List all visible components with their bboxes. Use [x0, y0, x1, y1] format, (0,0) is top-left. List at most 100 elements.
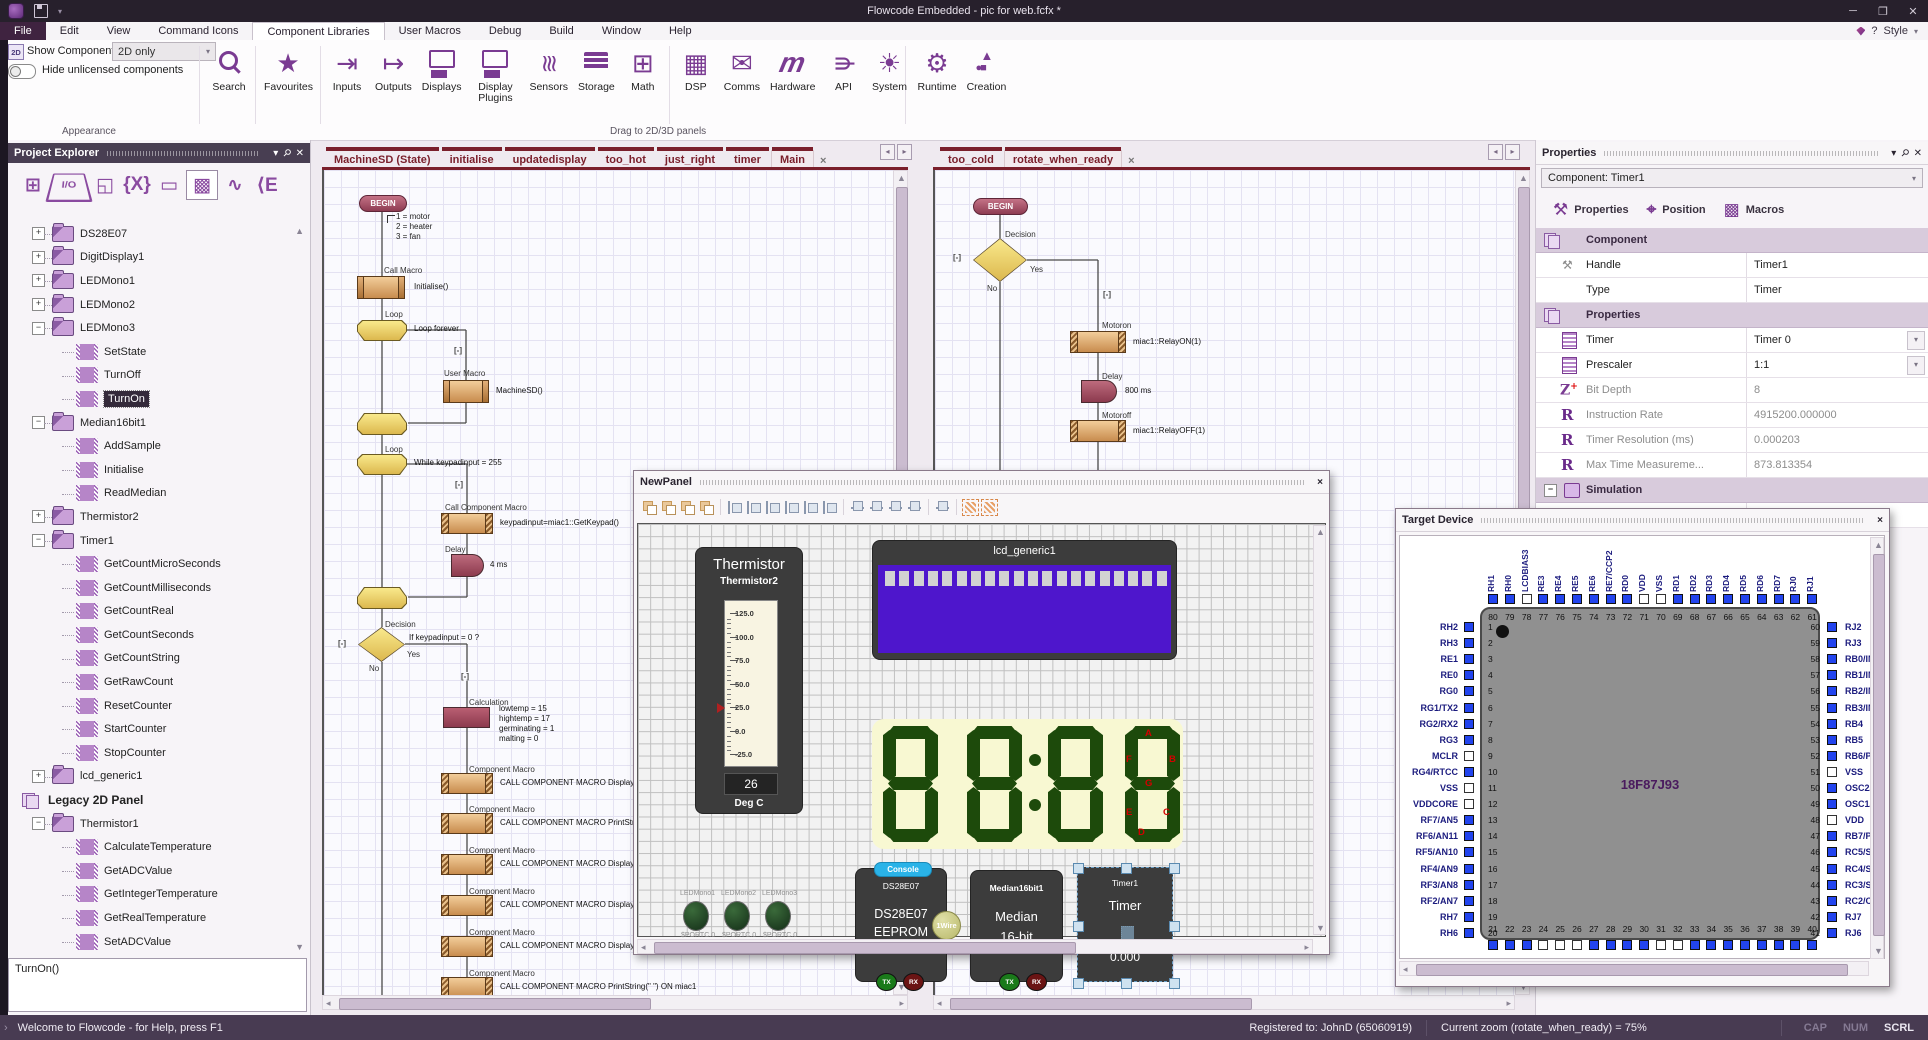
tree-item-lcd_generic1[interactable]: +lcd_generic1: [8, 765, 308, 789]
flow-collapse-icon[interactable]: [-]: [953, 253, 961, 262]
flow-collapse-icon[interactable]: [-]: [455, 480, 463, 489]
tree-item-getintegertemperature[interactable]: GetIntegerTemperature: [8, 883, 308, 907]
align-center-icon[interactable]: [745, 499, 762, 516]
menu-item-debug[interactable]: Debug: [475, 22, 535, 40]
led-component-2[interactable]: [724, 901, 750, 931]
close-panel-icon[interactable]: ✕: [1914, 148, 1922, 159]
pin-14[interactable]: [1464, 831, 1474, 841]
resize-width-icon[interactable]: [962, 499, 979, 516]
pin-49[interactable]: [1827, 799, 1837, 809]
pin-20[interactable]: [1464, 928, 1474, 938]
pin-25[interactable]: [1555, 940, 1565, 950]
selection-handle[interactable]: [1073, 921, 1084, 932]
close-window-icon[interactable]: ×: [1877, 515, 1883, 526]
tree-item-addsample[interactable]: AddSample: [8, 434, 308, 458]
target-device-vscrollbar[interactable]: ▲ ▼: [1870, 537, 1884, 959]
tx-port[interactable]: TX: [876, 973, 897, 991]
pin-38[interactable]: [1774, 940, 1784, 950]
pin-1[interactable]: [1464, 622, 1474, 632]
pin-79[interactable]: [1505, 594, 1515, 604]
pin-50[interactable]: [1827, 783, 1837, 793]
lcd-display-component[interactable]: lcd_generic1: [872, 540, 1177, 660]
pin-icon[interactable]: ⚲: [1898, 147, 1911, 160]
pin-64[interactable]: [1757, 594, 1767, 604]
properties-section-simulation[interactable]: −Simulation: [1536, 478, 1928, 503]
pin-80[interactable]: [1488, 594, 1498, 604]
flow-collapse-icon[interactable]: [-]: [454, 346, 462, 355]
tree-item-ds28e07[interactable]: +DS28E07: [8, 222, 308, 246]
selection-handle[interactable]: [1169, 863, 1180, 874]
led-component-3[interactable]: [765, 901, 791, 931]
resize-height-icon[interactable]: [981, 499, 998, 516]
pin-65[interactable]: [1740, 594, 1750, 604]
pin-36[interactable]: [1740, 940, 1750, 950]
pin-icon[interactable]: ⚲: [280, 147, 293, 160]
tx-port[interactable]: TX: [999, 973, 1020, 991]
tree-item-setstate[interactable]: SetState: [8, 340, 308, 364]
flow-collapse-icon[interactable]: [-]: [1103, 290, 1111, 299]
pin-57[interactable]: [1827, 670, 1837, 680]
onewire-port[interactable]: 1Wire: [932, 911, 961, 940]
align-middle-icon[interactable]: [802, 499, 819, 516]
flow-loop-start[interactable]: [357, 454, 407, 475]
pin-58[interactable]: [1827, 654, 1837, 664]
flow-component-macro[interactable]: [441, 813, 493, 834]
flow-loop-start[interactable]: [357, 320, 407, 341]
selection-handle[interactable]: [1169, 978, 1180, 989]
left-editor-hscrollbar[interactable]: ◂ ▸: [322, 995, 908, 1010]
pin-34[interactable]: [1706, 940, 1716, 950]
pin-61[interactable]: [1807, 594, 1817, 604]
thermistor-component[interactable]: ThermistorThermistor2125.0100.075.050.02…: [695, 547, 803, 814]
panels-icon[interactable]: ◱: [90, 171, 120, 199]
menu-item-edit[interactable]: Edit: [46, 22, 93, 40]
properties-tab-properties[interactable]: ⚒Properties: [1553, 200, 1629, 220]
pin-22[interactable]: [1505, 940, 1515, 950]
pin-54[interactable]: [1827, 719, 1837, 729]
pin-69[interactable]: [1673, 594, 1683, 604]
pin-11[interactable]: [1464, 783, 1474, 793]
tree-item-getadcvalue[interactable]: GetADCValue: [8, 859, 308, 883]
ribbon-button-runtime[interactable]: ⚙Runtime: [912, 44, 961, 93]
flow-component-macro[interactable]: [441, 895, 493, 916]
ribbon-button-system[interactable]: ☀System: [866, 44, 912, 93]
pin-73[interactable]: [1606, 594, 1616, 604]
flow-component-macro[interactable]: [441, 977, 493, 995]
2d-panel-canvas[interactable]: ThermistorThermistor2125.0100.075.050.02…: [637, 523, 1326, 937]
help-button[interactable]: ?: [1871, 25, 1877, 37]
tree-item-setadcvalue[interactable]: SetADCValue: [8, 930, 308, 954]
pin-3[interactable]: [1464, 654, 1474, 664]
pin-8[interactable]: [1464, 735, 1474, 745]
link-origin-icon[interactable]: [934, 499, 951, 516]
flow-component-macro[interactable]: [1070, 331, 1126, 353]
close-button[interactable]: ✕: [1898, 0, 1928, 22]
menu-item-command-icons[interactable]: Command Icons: [144, 22, 252, 40]
panel-menu-icon[interactable]: ▾: [1891, 148, 1896, 159]
flow-calculation[interactable]: [443, 707, 490, 728]
dropdown-arrow-icon[interactable]: ▾: [1907, 356, 1925, 375]
pin-45[interactable]: [1827, 864, 1837, 874]
io-icon[interactable]: I/O: [45, 173, 93, 202]
menu-item-window[interactable]: Window: [588, 22, 655, 40]
ribbon-button-search[interactable]: Search: [206, 44, 252, 93]
pin-53[interactable]: [1827, 735, 1837, 745]
pin-37[interactable]: [1757, 940, 1767, 950]
flow-delay[interactable]: [451, 554, 484, 577]
quick-access-dropdown-icon[interactable]: ▾: [58, 7, 62, 16]
tree-item-resetcounter[interactable]: ResetCounter: [8, 694, 308, 718]
macro-plain-icon[interactable]: ▭: [154, 171, 184, 199]
maximize-button[interactable]: ❐: [1868, 0, 1898, 22]
align-right-icon[interactable]: [764, 499, 781, 516]
align-bottom-icon[interactable]: [821, 499, 838, 516]
menu-item-user-macros[interactable]: User Macros: [385, 22, 475, 40]
align-left-icon[interactable]: [726, 499, 743, 516]
timer-component[interactable]: Timer1Timer0.000: [1077, 867, 1173, 982]
seven-segment-display-component[interactable]: ABCDEFG: [872, 719, 1183, 849]
flow-delay[interactable]: [1081, 380, 1117, 403]
console-badge[interactable]: Console: [874, 862, 932, 877]
flow-begin[interactable]: BEGIN: [973, 198, 1028, 215]
tree-item-turnoff[interactable]: TurnOff: [8, 364, 308, 388]
tree-item-thermistor1[interactable]: −Thermistor1: [8, 812, 308, 836]
pin-48[interactable]: [1827, 815, 1837, 825]
target-device-hscrollbar[interactable]: ◂: [1399, 961, 1869, 976]
pin-9[interactable]: [1464, 751, 1474, 761]
